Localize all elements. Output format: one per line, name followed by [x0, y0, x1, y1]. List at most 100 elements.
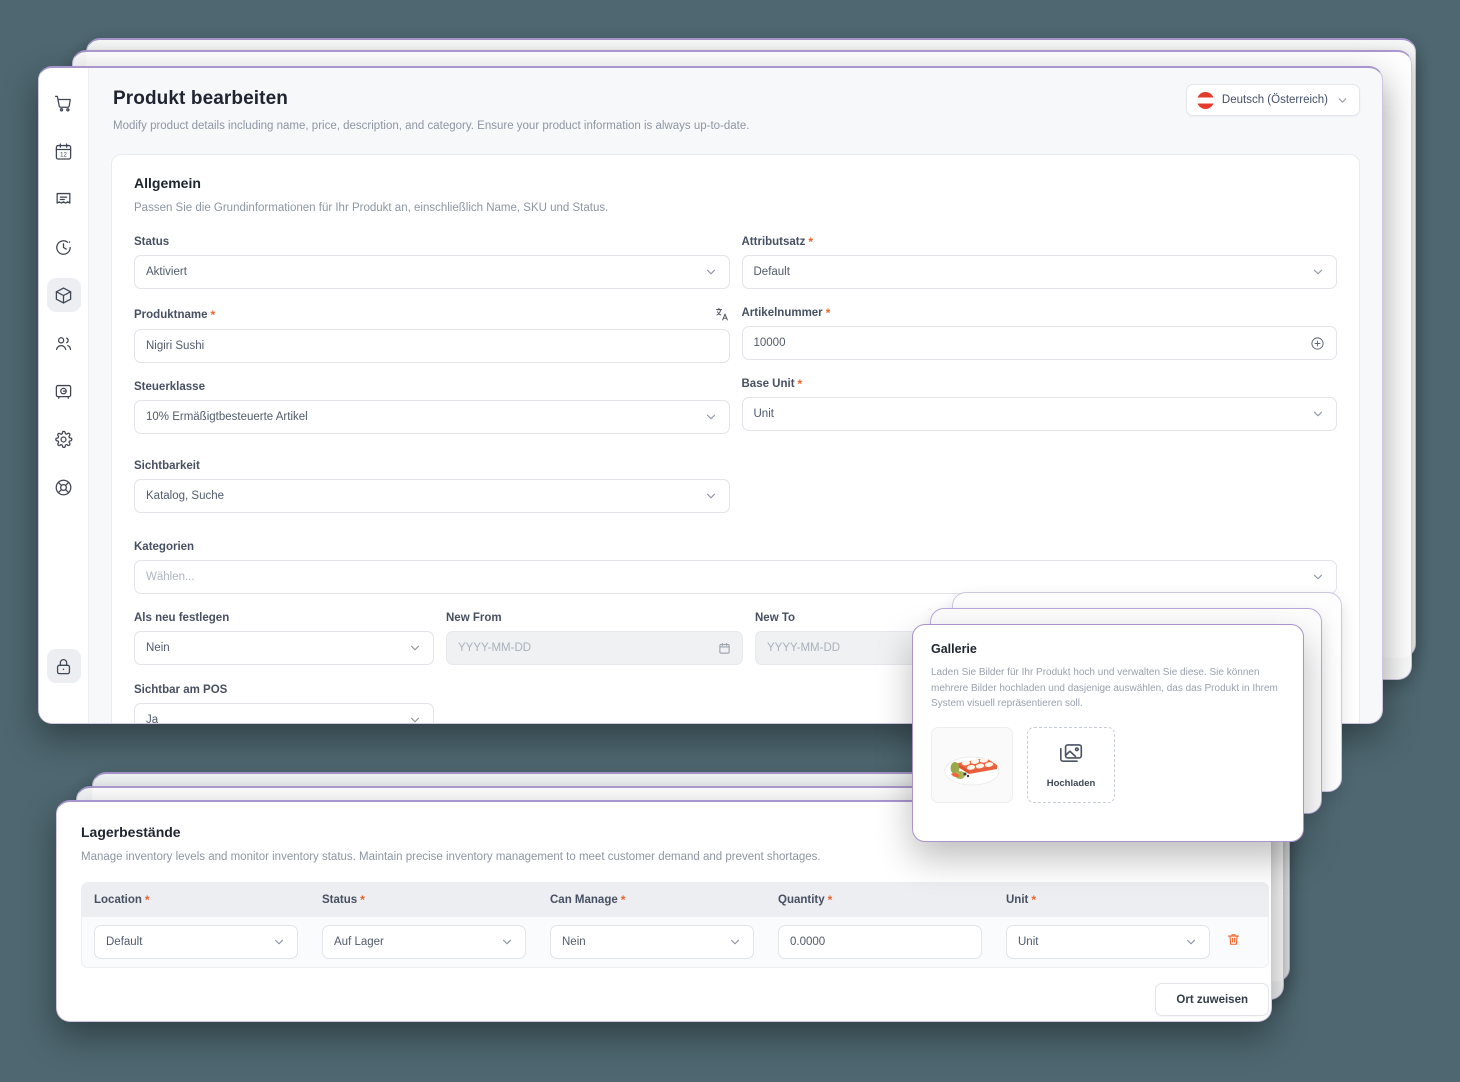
gallery-thumbnail[interactable]: [931, 726, 1013, 803]
product-name-input[interactable]: Nigiri Sushi: [134, 329, 730, 363]
visible-pos-select[interactable]: Ja: [134, 703, 434, 723]
categories-select[interactable]: Wählen...: [134, 560, 1337, 594]
page-subtitle: Modify product details including name, p…: [113, 120, 750, 132]
column-header-location-text: Location: [94, 894, 142, 906]
language-selector[interactable]: Deutsch (Österreich): [1185, 84, 1360, 116]
status-value: Aktiviert: [146, 266, 187, 278]
sku-label-text: Artikelnummer: [741, 307, 823, 319]
nigiri-sushi-thumbnail: [944, 756, 1000, 785]
new-from-input[interactable]: YYYY-MM-DD: [446, 631, 743, 665]
field-product-name-label: Produktname *: [134, 307, 730, 322]
plus-circle-icon[interactable]: [1310, 336, 1325, 351]
svg-text:12: 12: [60, 152, 67, 158]
field-new-from-label: New From: [446, 612, 502, 624]
field-visible-pos-label: Sichtbar am POS: [134, 684, 228, 696]
inventory-actions: Ort zuweisen: [81, 983, 1269, 1016]
lifebuoy-icon: [54, 478, 73, 497]
quantity-input[interactable]: 0.0000: [778, 925, 982, 959]
translate-icon[interactable]: [715, 307, 730, 322]
field-tax-class-label: Steuerklasse: [134, 381, 205, 393]
field-status: Status Aktiviert: [134, 236, 730, 289]
sidebar-item-products[interactable]: [46, 278, 81, 312]
chevron-down-icon: [500, 935, 514, 949]
column-header-status-text: Status: [322, 894, 358, 906]
field-attribute-set-label: Attributsatz *: [742, 236, 1338, 248]
sidebar-item-invoices[interactable]: [47, 182, 81, 216]
visibility-select[interactable]: Katalog, Suche: [134, 479, 730, 513]
sidebar-item-calendar[interactable]: 12: [47, 134, 81, 168]
upload-button[interactable]: Hochladen: [1027, 726, 1115, 803]
cell-can-manage: Nein: [538, 925, 766, 959]
required-marker: *: [825, 306, 831, 320]
status-select[interactable]: Aktiviert: [134, 255, 730, 289]
general-fields-grid: Status Aktiviert Produktname * Nigiri Su…: [134, 236, 1337, 531]
attribute-set-select[interactable]: Default: [741, 255, 1337, 289]
chevron-down-icon: [728, 935, 742, 949]
general-left-column: Status Aktiviert Produktname * Nigiri Su…: [134, 236, 730, 531]
can-manage-select[interactable]: Nein: [550, 925, 754, 959]
required-marker: *: [620, 893, 626, 907]
sidebar-item-support[interactable]: [47, 470, 81, 504]
package-icon: [54, 286, 73, 305]
location-select[interactable]: Default: [94, 925, 298, 959]
location-value: Default: [106, 936, 143, 948]
chevron-down-icon: [1311, 265, 1325, 279]
delete-row-button[interactable]: [1222, 932, 1268, 952]
shopping-cart-icon: [54, 94, 73, 113]
sidebar-item-lock[interactable]: [46, 649, 81, 683]
field-base-unit: Base Unit * Unit: [741, 378, 1338, 431]
column-header-quantity-text: Quantity: [778, 894, 825, 906]
new-to-placeholder: YYYY-MM-DD: [767, 642, 841, 654]
screen: 12 Deutsch (Österreich) Produkt bearbeit…: [0, 0, 1460, 1082]
calendar-icon: 12: [54, 142, 73, 161]
chevron-down-icon: [408, 713, 422, 723]
quantity-value: 0.0000: [790, 936, 826, 948]
set-as-new-value: Nein: [146, 642, 170, 654]
sidebar-item-settings[interactable]: [47, 422, 81, 456]
inventory-status-value: Auf Lager: [334, 936, 384, 948]
gallery-items: Hochladen: [931, 726, 1285, 803]
tax-class-select[interactable]: 10% Ermäßigtbesteuerte Artikel: [134, 400, 730, 434]
field-set-as-new-label: Als neu festlegen: [134, 612, 230, 624]
base-unit-select[interactable]: Unit: [741, 397, 1337, 431]
inventory-table-header: Location * Status * Can Manage * Quantity * …: [82, 883, 1268, 917]
field-categories-label: Kategorien: [134, 541, 195, 553]
lock-icon: [54, 657, 73, 676]
calendar-icon[interactable]: [718, 642, 731, 655]
inventory-status-select[interactable]: Auf Lager: [322, 925, 526, 959]
gallery-card: Gallerie Laden Sie Bilder für Ihr Produk…: [912, 624, 1304, 842]
sku-input[interactable]: 10000: [741, 326, 1337, 360]
field-visibility-label: Sichtbarkeit: [134, 460, 200, 472]
field-visibility: Sichtbarkeit Katalog, Suche: [134, 460, 730, 513]
field-sku: Artikelnummer * 10000: [741, 306, 1337, 360]
upload-label: Hochladen: [1046, 778, 1096, 789]
attribute-set-value: Default: [753, 266, 790, 278]
chevron-down-icon: [272, 935, 286, 949]
field-status-label: Status: [134, 236, 170, 248]
sidebar-item-customers[interactable]: [47, 326, 81, 360]
column-header-can-manage: Can Manage *: [538, 883, 766, 917]
required-marker: *: [144, 893, 150, 907]
set-as-new-select[interactable]: Nein: [134, 631, 434, 665]
column-header-status: Status *: [310, 883, 538, 917]
categories-placeholder: Wählen...: [146, 571, 195, 583]
chevron-down-icon: [408, 641, 422, 655]
safe-icon: [54, 382, 73, 401]
visible-pos-value: Ja: [146, 714, 159, 723]
new-from-placeholder: YYYY-MM-DD: [458, 642, 532, 654]
sidebar-item-history[interactable]: [47, 230, 81, 264]
can-manage-value: Nein: [562, 936, 586, 948]
unit-select[interactable]: Unit: [1006, 925, 1210, 959]
column-header-unit-text: Unit: [1006, 894, 1029, 906]
assign-location-button[interactable]: Ort zuweisen: [1155, 983, 1269, 1016]
base-unit-label-text: Base Unit: [741, 378, 795, 390]
sidebar-item-orders[interactable]: [47, 86, 81, 120]
general-panel-subtitle: Passen Sie die Grundinformationen für Ih…: [134, 202, 609, 214]
chevron-down-icon: [1184, 935, 1198, 949]
base-unit-value: Unit: [753, 408, 774, 420]
sidebar-item-safe[interactable]: [47, 374, 81, 408]
field-base-unit-label: Base Unit *: [742, 378, 1338, 390]
app-sidebar: 12: [39, 68, 89, 723]
chevron-down-icon: [704, 489, 718, 503]
chevron-down-icon: [704, 265, 718, 279]
